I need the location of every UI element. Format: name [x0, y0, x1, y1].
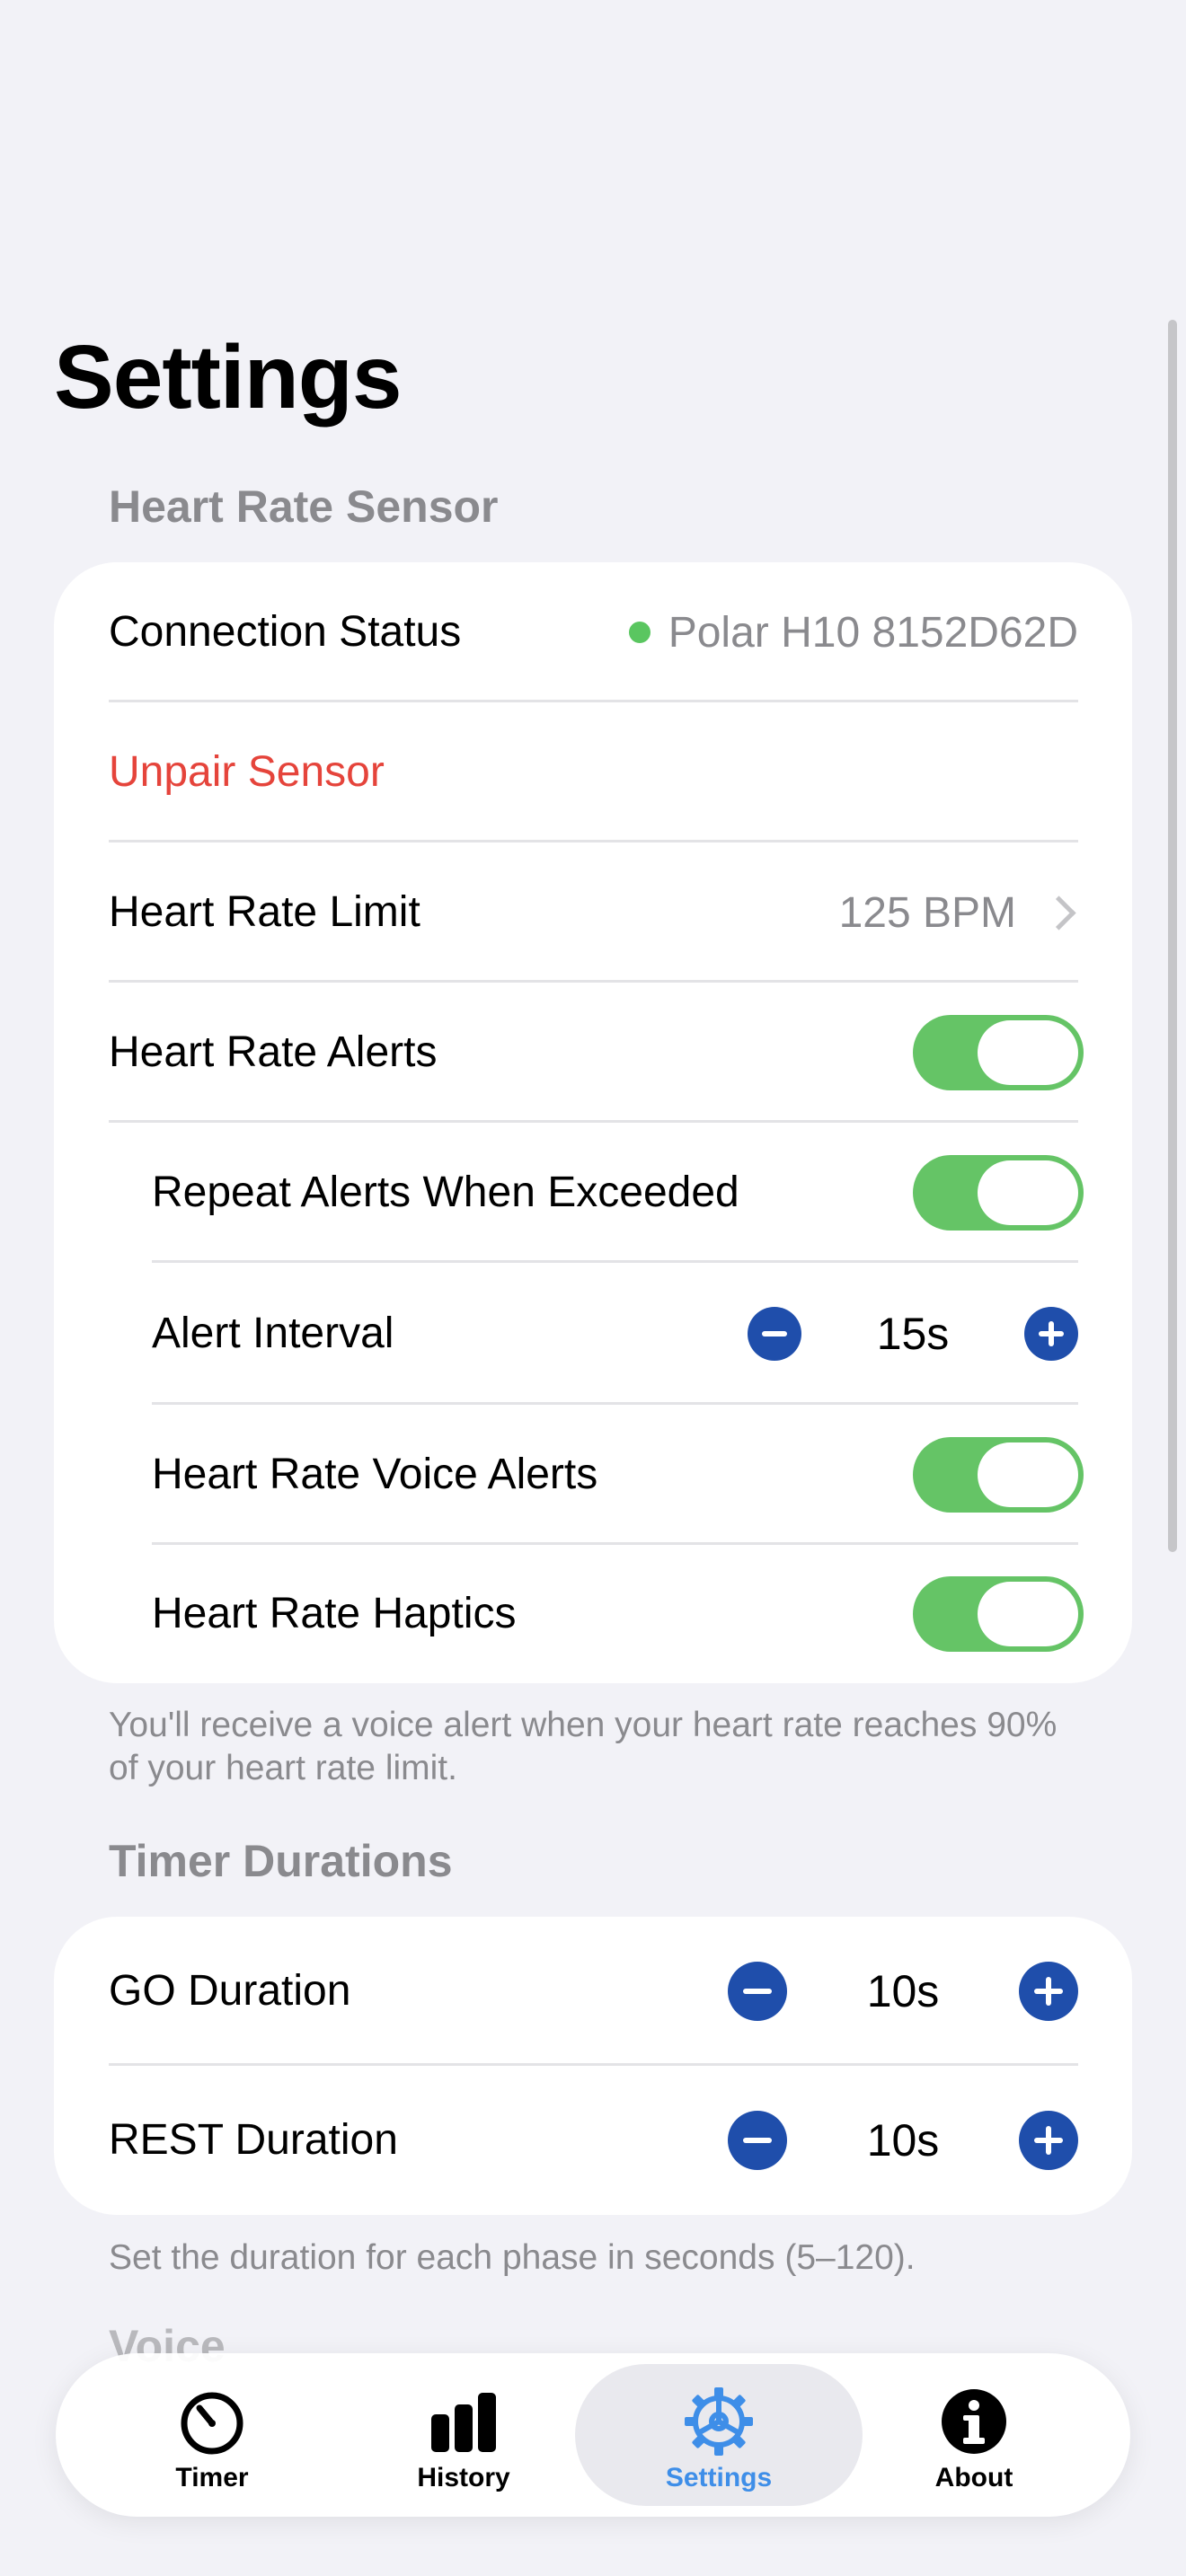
heart-rate-footnote: You'll receive a voice alert when your h… [109, 1706, 1058, 1787]
rest-duration-increment-button[interactable] [1019, 2111, 1078, 2170]
toggle-knob [978, 1020, 1078, 1085]
tab-history-label: History [417, 2463, 510, 2492]
rest-duration-row: REST Duration 10s [54, 2066, 1132, 2215]
go-duration-stepper: 10s [728, 1962, 1078, 2021]
repeat-alerts-toggle[interactable] [913, 1155, 1084, 1231]
connection-status-row: Connection Status Polar H10 8152D62D [54, 562, 1132, 702]
go-duration-increment-button[interactable] [1019, 1962, 1078, 2021]
unpair-sensor-button[interactable]: Unpair Sensor [54, 702, 1132, 842]
repeat-alerts-row: Repeat Alerts When Exceeded [54, 1123, 1132, 1263]
rest-duration-label: REST Duration [109, 2116, 398, 2164]
section-header-heart-rate-sensor: Heart Rate Sensor [109, 481, 499, 532]
heart-rate-alerts-row: Heart Rate Alerts [54, 983, 1132, 1123]
tab-bar: Timer History Settings About [56, 2353, 1130, 2517]
connected-status-dot-icon [628, 622, 651, 643]
heart-rate-alerts-toggle[interactable] [913, 1015, 1084, 1090]
tab-history[interactable]: History [320, 2364, 607, 2506]
plus-icon-vertical [1049, 1321, 1054, 1346]
go-duration-value: 10s [866, 1966, 940, 2016]
timer-durations-footnote: Set the duration for each phase in secon… [109, 2238, 916, 2277]
alert-interval-decrement-button[interactable] [748, 1307, 801, 1361]
vertical-scrollbar[interactable] [1168, 320, 1177, 1552]
repeat-alerts-label: Repeat Alerts When Exceeded [152, 1169, 739, 1216]
alert-interval-increment-button[interactable] [1024, 1307, 1078, 1361]
tab-about[interactable]: About [830, 2364, 1118, 2506]
plus-icon-vertical [1046, 1977, 1051, 2006]
toggle-knob [978, 1160, 1078, 1225]
rest-duration-decrement-button[interactable] [728, 2111, 787, 2170]
heart-rate-limit-row[interactable]: Heart Rate Limit 125 BPM [54, 842, 1132, 983]
section-header-timer-durations: Timer Durations [109, 1836, 453, 1886]
haptics-row: Heart Rate Haptics [54, 1545, 1132, 1683]
alert-interval-stepper: 15s [748, 1307, 1078, 1361]
connection-status-value: Polar H10 8152D62D [668, 608, 1078, 657]
chart-bars-icon [431, 2393, 496, 2452]
plus-icon-vertical [1046, 2126, 1051, 2155]
heart-rate-limit-label: Heart Rate Limit [109, 888, 420, 936]
voice-alerts-row: Heart Rate Voice Alerts [54, 1405, 1132, 1545]
heart-rate-alerts-label: Heart Rate Alerts [109, 1028, 438, 1076]
voice-alerts-label: Heart Rate Voice Alerts [152, 1451, 598, 1498]
rest-duration-stepper: 10s [728, 2111, 1078, 2170]
haptics-toggle[interactable] [913, 1576, 1084, 1652]
tab-timer[interactable]: Timer [68, 2364, 356, 2506]
rest-duration-value: 10s [866, 2115, 940, 2166]
minus-icon [743, 1989, 772, 1994]
alert-interval-value: 15s [876, 1309, 950, 1359]
go-duration-label: GO Duration [109, 1967, 351, 2015]
tab-settings-label: Settings [665, 2463, 773, 2492]
gear-icon [685, 2387, 753, 2456]
minus-icon [743, 2138, 772, 2143]
page-title: Settings [54, 327, 402, 428]
toggle-knob [978, 1442, 1078, 1507]
voice-alerts-toggle[interactable] [913, 1437, 1084, 1513]
minus-icon [762, 1331, 787, 1337]
tab-settings[interactable]: Settings [575, 2364, 863, 2506]
alert-interval-label: Alert Interval [152, 1310, 394, 1357]
go-duration-row: GO Duration 10s [54, 1917, 1132, 2066]
tab-timer-label: Timer [175, 2463, 249, 2492]
tab-about-label: About [934, 2463, 1013, 2492]
heart-rate-limit-value: 125 BPM [838, 888, 1016, 937]
info-icon [942, 2389, 1006, 2454]
connection-status-label: Connection Status [109, 608, 462, 656]
go-duration-decrement-button[interactable] [728, 1962, 787, 2021]
timer-durations-card: GO Duration 10s REST Duration 10s [54, 1917, 1132, 2215]
haptics-label: Heart Rate Haptics [152, 1590, 517, 1637]
toggle-knob [978, 1582, 1078, 1646]
heart-rate-sensor-card: Connection Status Polar H10 8152D62D Unp… [54, 562, 1132, 1683]
chevron-right-icon [1041, 895, 1076, 931]
unpair-sensor-label: Unpair Sensor [109, 748, 385, 796]
alert-interval-row: Alert Interval 15s [54, 1263, 1132, 1405]
timer-icon [181, 2392, 243, 2455]
